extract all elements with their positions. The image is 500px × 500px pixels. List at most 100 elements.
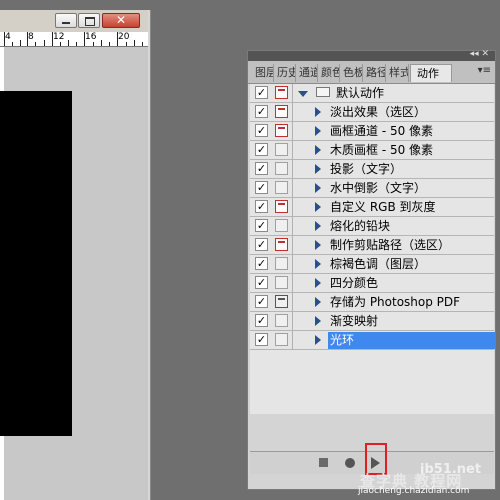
expand-triangle-icon[interactable] — [315, 335, 321, 345]
action-row[interactable]: ✓ 木质画框 - 50 像素 — [250, 141, 494, 160]
tab-layers[interactable]: 图层 — [252, 64, 274, 82]
action-row[interactable]: ✓ 制作剪贴路径（选区） — [250, 236, 494, 255]
action-label: 木质画框 - 50 像素 — [330, 143, 434, 157]
action-row-selected[interactable]: ✓ 光环 — [250, 331, 496, 350]
ruler-tick-label: 20 — [118, 32, 130, 42]
action-row[interactable]: ✓ 棕褐色调（图层） — [250, 255, 494, 274]
tab-swatches[interactable]: 色板 — [340, 64, 363, 82]
toggle-checkbox[interactable]: ✓ — [255, 219, 268, 232]
toggle-checkbox[interactable]: ✓ — [255, 295, 268, 308]
expand-triangle-icon[interactable] — [315, 164, 321, 174]
dialog-toggle[interactable] — [275, 124, 288, 137]
action-label: 水中倒影（文字） — [330, 181, 427, 195]
expand-triangle-icon[interactable] — [315, 221, 321, 231]
maximize-button[interactable] — [78, 13, 100, 28]
document-title-bar: ✕ — [0, 10, 148, 32]
ruler-tick-label: 16 — [85, 32, 97, 42]
dialog-toggle[interactable] — [275, 200, 288, 213]
ruler-tick-label: 12 — [53, 32, 65, 42]
document-image[interactable] — [0, 91, 72, 436]
action-row[interactable]: ✓ 画框通道 - 50 像素 — [250, 122, 494, 141]
maximize-icon — [85, 17, 95, 26]
minimize-button[interactable] — [55, 13, 77, 28]
action-row[interactable]: ✓ 存储为 Photoshop PDF — [250, 293, 494, 312]
action-set-row[interactable]: ✓ 默认动作 — [250, 84, 494, 103]
expand-triangle-icon[interactable] — [315, 316, 321, 326]
ruler-tick-label: 4 — [5, 32, 11, 42]
expand-triangle-icon[interactable] — [315, 107, 321, 117]
dialog-toggle[interactable] — [275, 333, 288, 346]
document-window: ✕ 4 8 12 16 20 — [0, 10, 151, 500]
panel-menu-icon[interactable]: ▾≡ — [478, 65, 491, 76]
dialog-toggle[interactable] — [275, 238, 288, 251]
action-label: 光环 — [328, 332, 496, 349]
tab-styles[interactable]: 样式 — [386, 64, 409, 82]
close-icon: ✕ — [116, 13, 127, 27]
dialog-toggle[interactable] — [275, 162, 288, 175]
toggle-checkbox[interactable]: ✓ — [255, 276, 268, 289]
dialog-toggle[interactable] — [275, 257, 288, 270]
expand-triangle-icon[interactable] — [315, 183, 321, 193]
toggle-checkbox[interactable]: ✓ — [255, 181, 268, 194]
dialog-toggle[interactable] — [275, 314, 288, 327]
action-row[interactable]: ✓ 渐变映射 — [250, 312, 494, 331]
actions-panel: ◂◂ ✕ 图层 历史 通道 颜色 色板 路径 样式 动作 ▾≡ ✓ 默认动作 ✓… — [247, 49, 496, 490]
toggle-checkbox[interactable]: ✓ — [255, 200, 268, 213]
action-label: 画框通道 - 50 像素 — [330, 124, 434, 138]
tab-actions[interactable]: 动作 — [410, 64, 452, 82]
action-label: 淡出效果（选区） — [330, 105, 427, 119]
action-row[interactable]: ✓ 四分颜色 — [250, 274, 494, 293]
action-label: 制作剪贴路径（选区） — [330, 238, 451, 252]
action-label: 自定义 RGB 到灰度 — [330, 200, 436, 214]
action-row[interactable]: ✓ 淡出效果（选区） — [250, 103, 494, 122]
expand-triangle-icon[interactable] — [315, 259, 321, 269]
tab-color[interactable]: 颜色 — [318, 64, 340, 82]
expand-triangle-icon[interactable] — [315, 126, 321, 136]
close-button[interactable]: ✕ — [102, 13, 140, 28]
expand-triangle-icon[interactable] — [315, 297, 321, 307]
ruler-tick-label: 8 — [28, 32, 34, 42]
dialog-toggle[interactable] — [275, 295, 288, 308]
toggle-checkbox[interactable]: ✓ — [255, 238, 268, 251]
toggle-checkbox[interactable]: ✓ — [255, 314, 268, 327]
expand-triangle-icon[interactable] — [315, 278, 321, 288]
action-label: 四分颜色 — [330, 276, 379, 290]
action-label: 熔化的铅块 — [330, 219, 391, 233]
action-row[interactable]: ✓ 水中倒影（文字） — [250, 179, 494, 198]
toggle-checkbox[interactable]: ✓ — [255, 105, 268, 118]
expand-triangle-icon[interactable] — [298, 91, 308, 97]
dialog-toggle[interactable] — [275, 219, 288, 232]
toggle-checkbox[interactable]: ✓ — [255, 333, 268, 346]
dialog-toggle[interactable] — [275, 86, 288, 99]
tab-history[interactable]: 历史 — [274, 64, 296, 82]
expand-triangle-icon[interactable] — [315, 145, 321, 155]
expand-triangle-icon[interactable] — [315, 240, 321, 250]
toggle-checkbox[interactable]: ✓ — [255, 86, 268, 99]
action-label: 存储为 Photoshop PDF — [330, 295, 461, 309]
action-label: 渐变映射 — [330, 314, 379, 328]
action-label: 投影（文字） — [330, 162, 403, 176]
horizontal-ruler: 4 8 12 16 20 — [0, 32, 148, 47]
watermark-url: jiaocheng.chazidian.com — [358, 486, 470, 496]
panel-header-strip: ◂◂ ✕ — [248, 49, 495, 61]
tab-channels[interactable]: 通道 — [296, 64, 318, 82]
action-row[interactable]: ✓ 自定义 RGB 到灰度 — [250, 198, 494, 217]
record-button[interactable] — [345, 458, 355, 468]
toggle-checkbox[interactable]: ✓ — [255, 124, 268, 137]
dialog-toggle[interactable] — [275, 143, 288, 156]
action-row[interactable]: ✓ 熔化的铅块 — [250, 217, 494, 236]
tab-paths[interactable]: 路径 — [363, 64, 386, 82]
dialog-toggle[interactable] — [275, 105, 288, 118]
action-label: 棕褐色调（图层） — [330, 257, 427, 271]
panel-tab-bar: 图层 历史 通道 颜色 色板 路径 样式 动作 ▾≡ — [248, 61, 495, 84]
collapse-icon[interactable]: ◂◂ ✕ — [470, 49, 489, 59]
expand-triangle-icon[interactable] — [315, 202, 321, 212]
dialog-toggle[interactable] — [275, 276, 288, 289]
toggle-checkbox[interactable]: ✓ — [255, 143, 268, 156]
dialog-toggle[interactable] — [275, 181, 288, 194]
toggle-checkbox[interactable]: ✓ — [255, 257, 268, 270]
action-row[interactable]: ✓ 投影（文字） — [250, 160, 494, 179]
stop-button[interactable] — [319, 458, 328, 467]
toggle-checkbox[interactable]: ✓ — [255, 162, 268, 175]
actions-list: ✓ 默认动作 ✓ 淡出效果（选区） ✓ 画框通道 - 50 像素 ✓ 木质画框 … — [250, 84, 496, 414]
